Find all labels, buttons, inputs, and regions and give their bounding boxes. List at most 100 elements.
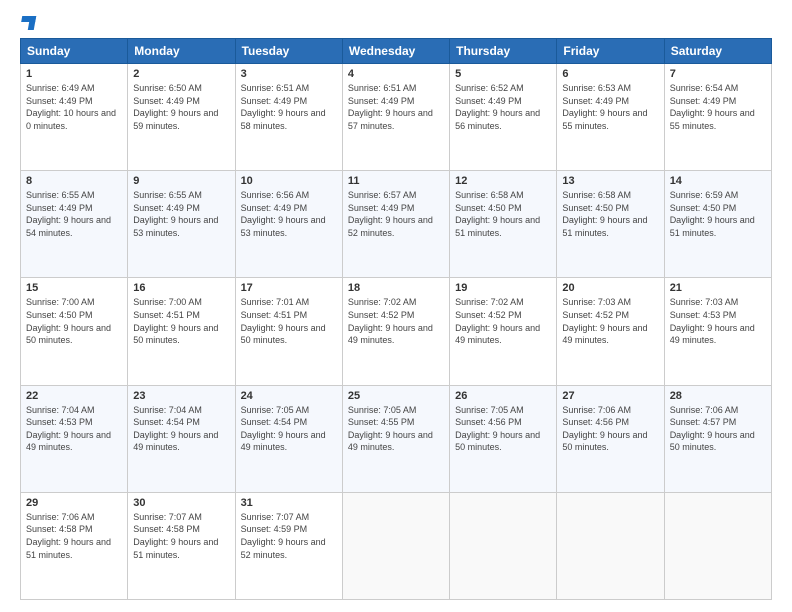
sunrise-label: Sunrise: 6:51 AM	[348, 83, 417, 93]
logo	[20, 16, 36, 30]
calendar-cell: 22 Sunrise: 7:04 AM Sunset: 4:53 PM Dayl…	[21, 385, 128, 492]
daylight-label: Daylight: 9 hours and 49 minutes.	[348, 323, 433, 346]
calendar-cell: 25 Sunrise: 7:05 AM Sunset: 4:55 PM Dayl…	[342, 385, 449, 492]
day-info: Sunrise: 7:07 AM Sunset: 4:58 PM Dayligh…	[133, 511, 229, 561]
day-header: Thursday	[450, 39, 557, 64]
sunset-label: Sunset: 4:49 PM	[670, 96, 737, 106]
logo-icon	[20, 16, 36, 30]
day-number: 29	[26, 497, 122, 509]
day-info: Sunrise: 6:58 AM Sunset: 4:50 PM Dayligh…	[562, 189, 658, 239]
calendar-cell	[450, 492, 557, 599]
sunrise-label: Sunrise: 7:03 AM	[670, 297, 739, 307]
day-number: 27	[562, 390, 658, 402]
sunset-label: Sunset: 4:53 PM	[670, 310, 737, 320]
page: SundayMondayTuesdayWednesdayThursdayFrid…	[0, 0, 792, 612]
day-number: 2	[133, 68, 229, 80]
day-number: 24	[241, 390, 337, 402]
sunrise-label: Sunrise: 7:05 AM	[348, 405, 417, 415]
sunset-label: Sunset: 4:49 PM	[241, 96, 308, 106]
calendar-week: 22 Sunrise: 7:04 AM Sunset: 4:53 PM Dayl…	[21, 385, 772, 492]
daylight-label: Daylight: 9 hours and 52 minutes.	[241, 537, 326, 560]
daylight-label: Daylight: 9 hours and 54 minutes.	[26, 215, 111, 238]
daylight-label: Daylight: 9 hours and 56 minutes.	[455, 108, 540, 131]
daylight-label: Daylight: 9 hours and 58 minutes.	[241, 108, 326, 131]
header-row: SundayMondayTuesdayWednesdayThursdayFrid…	[21, 39, 772, 64]
sunset-label: Sunset: 4:54 PM	[241, 417, 308, 427]
sunrise-label: Sunrise: 6:56 AM	[241, 190, 310, 200]
sunset-label: Sunset: 4:49 PM	[26, 203, 93, 213]
sunset-label: Sunset: 4:57 PM	[670, 417, 737, 427]
sunrise-label: Sunrise: 7:06 AM	[670, 405, 739, 415]
daylight-label: Daylight: 9 hours and 59 minutes.	[133, 108, 218, 131]
day-info: Sunrise: 7:01 AM Sunset: 4:51 PM Dayligh…	[241, 296, 337, 346]
sunrise-label: Sunrise: 7:02 AM	[348, 297, 417, 307]
sunrise-label: Sunrise: 6:53 AM	[562, 83, 631, 93]
calendar-cell: 19 Sunrise: 7:02 AM Sunset: 4:52 PM Dayl…	[450, 278, 557, 385]
day-info: Sunrise: 6:53 AM Sunset: 4:49 PM Dayligh…	[562, 82, 658, 132]
sunset-label: Sunset: 4:50 PM	[26, 310, 93, 320]
sunset-label: Sunset: 4:52 PM	[562, 310, 629, 320]
calendar-cell: 11 Sunrise: 6:57 AM Sunset: 4:49 PM Dayl…	[342, 171, 449, 278]
daylight-label: Daylight: 9 hours and 51 minutes.	[562, 215, 647, 238]
day-number: 4	[348, 68, 444, 80]
calendar-cell: 21 Sunrise: 7:03 AM Sunset: 4:53 PM Dayl…	[664, 278, 771, 385]
day-number: 12	[455, 175, 551, 187]
calendar-cell: 23 Sunrise: 7:04 AM Sunset: 4:54 PM Dayl…	[128, 385, 235, 492]
day-info: Sunrise: 6:51 AM Sunset: 4:49 PM Dayligh…	[348, 82, 444, 132]
day-header: Friday	[557, 39, 664, 64]
daylight-label: Daylight: 10 hours and 0 minutes.	[26, 108, 116, 131]
daylight-label: Daylight: 9 hours and 49 minutes.	[133, 430, 218, 453]
sunrise-label: Sunrise: 7:05 AM	[455, 405, 524, 415]
day-info: Sunrise: 6:49 AM Sunset: 4:49 PM Dayligh…	[26, 82, 122, 132]
day-header: Sunday	[21, 39, 128, 64]
sunrise-label: Sunrise: 7:07 AM	[241, 512, 310, 522]
calendar-cell: 10 Sunrise: 6:56 AM Sunset: 4:49 PM Dayl…	[235, 171, 342, 278]
sunrise-label: Sunrise: 7:06 AM	[562, 405, 631, 415]
sunrise-label: Sunrise: 7:05 AM	[241, 405, 310, 415]
daylight-label: Daylight: 9 hours and 57 minutes.	[348, 108, 433, 131]
day-number: 18	[348, 282, 444, 294]
sunset-label: Sunset: 4:50 PM	[670, 203, 737, 213]
day-header: Wednesday	[342, 39, 449, 64]
day-header: Tuesday	[235, 39, 342, 64]
sunrise-label: Sunrise: 7:04 AM	[26, 405, 95, 415]
sunrise-label: Sunrise: 6:58 AM	[562, 190, 631, 200]
sunset-label: Sunset: 4:56 PM	[455, 417, 522, 427]
day-number: 16	[133, 282, 229, 294]
daylight-label: Daylight: 9 hours and 49 minutes.	[348, 430, 433, 453]
day-number: 19	[455, 282, 551, 294]
daylight-label: Daylight: 9 hours and 55 minutes.	[562, 108, 647, 131]
sunset-label: Sunset: 4:49 PM	[562, 96, 629, 106]
calendar-cell	[557, 492, 664, 599]
calendar-cell: 12 Sunrise: 6:58 AM Sunset: 4:50 PM Dayl…	[450, 171, 557, 278]
daylight-label: Daylight: 9 hours and 49 minutes.	[670, 323, 755, 346]
day-info: Sunrise: 7:03 AM Sunset: 4:52 PM Dayligh…	[562, 296, 658, 346]
day-info: Sunrise: 6:54 AM Sunset: 4:49 PM Dayligh…	[670, 82, 766, 132]
day-info: Sunrise: 7:02 AM Sunset: 4:52 PM Dayligh…	[348, 296, 444, 346]
calendar-cell: 17 Sunrise: 7:01 AM Sunset: 4:51 PM Dayl…	[235, 278, 342, 385]
sunrise-label: Sunrise: 7:07 AM	[133, 512, 202, 522]
daylight-label: Daylight: 9 hours and 49 minutes.	[562, 323, 647, 346]
day-info: Sunrise: 7:04 AM Sunset: 4:53 PM Dayligh…	[26, 404, 122, 454]
calendar-cell: 1 Sunrise: 6:49 AM Sunset: 4:49 PM Dayli…	[21, 64, 128, 171]
daylight-label: Daylight: 9 hours and 49 minutes.	[26, 430, 111, 453]
day-number: 15	[26, 282, 122, 294]
sunrise-label: Sunrise: 6:55 AM	[26, 190, 95, 200]
day-number: 11	[348, 175, 444, 187]
header	[20, 16, 772, 30]
day-info: Sunrise: 7:00 AM Sunset: 4:50 PM Dayligh…	[26, 296, 122, 346]
daylight-label: Daylight: 9 hours and 49 minutes.	[241, 430, 326, 453]
day-info: Sunrise: 6:51 AM Sunset: 4:49 PM Dayligh…	[241, 82, 337, 132]
day-number: 21	[670, 282, 766, 294]
sunrise-label: Sunrise: 7:00 AM	[133, 297, 202, 307]
sunset-label: Sunset: 4:49 PM	[133, 203, 200, 213]
day-number: 5	[455, 68, 551, 80]
sunset-label: Sunset: 4:54 PM	[133, 417, 200, 427]
sunset-label: Sunset: 4:49 PM	[348, 96, 415, 106]
calendar-cell: 2 Sunrise: 6:50 AM Sunset: 4:49 PM Dayli…	[128, 64, 235, 171]
day-number: 26	[455, 390, 551, 402]
sunrise-label: Sunrise: 6:57 AM	[348, 190, 417, 200]
day-number: 13	[562, 175, 658, 187]
sunrise-label: Sunrise: 7:02 AM	[455, 297, 524, 307]
calendar-week: 8 Sunrise: 6:55 AM Sunset: 4:49 PM Dayli…	[21, 171, 772, 278]
